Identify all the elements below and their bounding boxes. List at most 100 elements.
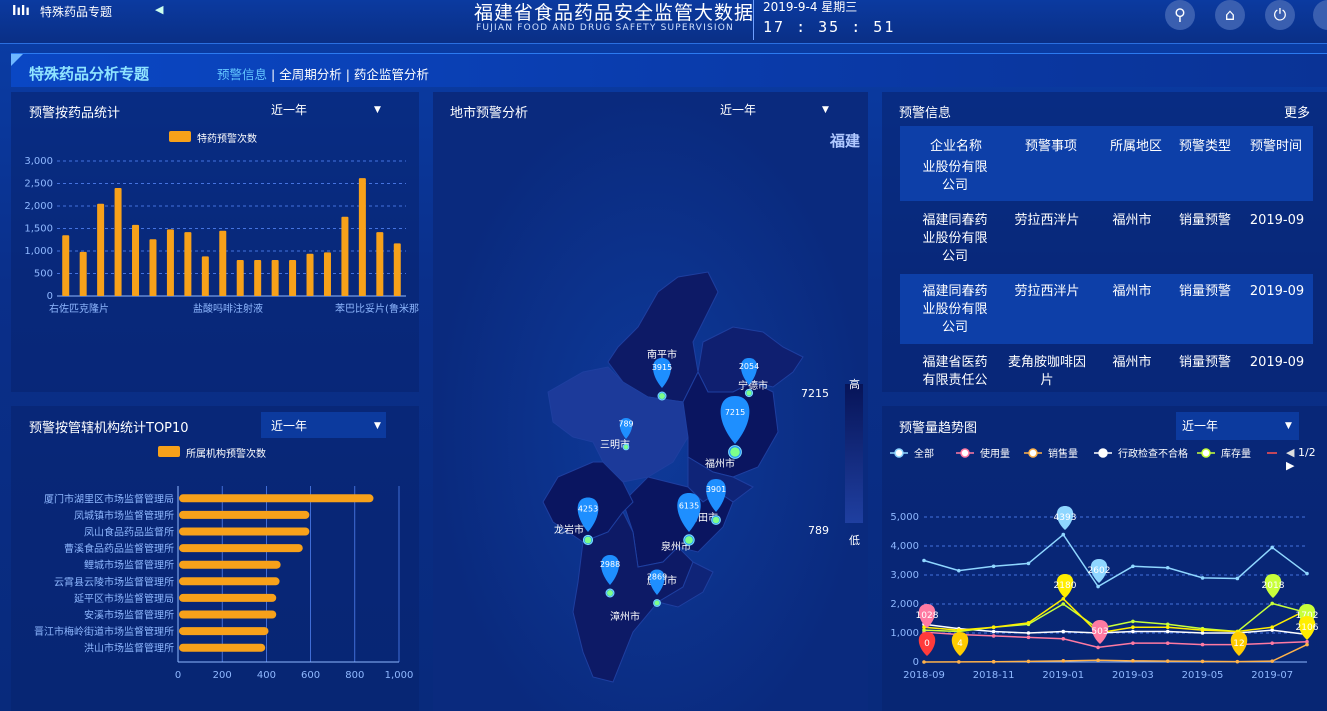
series-point — [922, 558, 926, 563]
city-dot-core — [607, 590, 613, 596]
user-icon[interactable] — [1313, 0, 1327, 30]
series-point — [1270, 659, 1274, 663]
table-cell: 销量预警 — [1178, 213, 1231, 228]
bar — [179, 627, 269, 636]
city-dot-core — [654, 600, 660, 606]
tab-lifecycle[interactable]: 全周期分析 — [279, 67, 342, 82]
drug-bar-chart: 0 500 1,000 1,500 2,000 2,500 3,000 右佐匹克隆片 盐酸吗啡注… — [24, 156, 419, 315]
y-tick-label: 凤山食品药品监督所 — [84, 526, 174, 539]
panel-title: 预警信息 — [899, 106, 952, 121]
bar — [236, 260, 244, 296]
y-tick-label: 5,000 — [890, 512, 919, 523]
table-cell[interactable]: 福建省医药有限责任公 — [920, 354, 990, 390]
series-point — [1026, 621, 1031, 625]
bar — [271, 260, 279, 296]
y-tick-label: 0 — [913, 657, 919, 668]
table-header: 所属地区 — [1110, 139, 1163, 154]
legend-label: 使用量 — [980, 447, 1010, 460]
series-point — [1200, 659, 1205, 664]
series-line — [923, 631, 1308, 649]
series-point — [1061, 659, 1066, 663]
y-tick-label: 洪山市场监督管理所 — [84, 642, 174, 655]
range-min-value: 789 — [808, 524, 829, 537]
drug-warning-panel: 预警按药品统计 近一年 ▼ 特药预警次数 0 500 1,000 1,500 2,000… — [11, 92, 419, 392]
corner-decoration — [11, 54, 23, 66]
series-line — [923, 643, 1308, 663]
y-tick-label: 鲤城市场监督管理所 — [84, 559, 174, 572]
agency-warning-panel: 预警按管辖机构统计TOP10 近一年 ▼ 所属机构预警次数 0 200 400 600… — [11, 406, 419, 711]
table-header: 预警时间 — [1250, 139, 1303, 154]
table-cell[interactable]: 福建同春药业股份有限公司 — [920, 212, 990, 266]
legend-marker — [960, 448, 970, 458]
series-point — [1270, 545, 1274, 550]
tab-separator: | — [345, 67, 350, 82]
series-point — [1165, 625, 1170, 629]
city-name: 福州市 — [705, 457, 735, 470]
y-tick-label: 晋江市梅岭街道市场监督管理所 — [34, 625, 174, 638]
tab-bar: 预警信息 | 全周期分析 | 药企监管分析 — [217, 64, 429, 83]
table-cell[interactable]: 福建同春药业股份有限公司 — [920, 283, 990, 337]
series-point — [1200, 642, 1205, 647]
data-label: 2018 — [1262, 581, 1285, 591]
bar — [358, 178, 366, 296]
city-name: 漳州市 — [610, 610, 640, 623]
bar — [393, 243, 401, 296]
tab-enterprise[interactable]: 药企监管分析 — [354, 67, 429, 82]
more-link[interactable]: 更多 — [1284, 102, 1310, 121]
y-tick-label: 曹溪食品药品监督管理所 — [64, 542, 174, 555]
city-dot-core — [712, 516, 720, 524]
topic-selector[interactable]: 特殊药品专题 — [40, 3, 112, 20]
series-point — [1305, 642, 1309, 647]
bar — [149, 239, 157, 296]
bar — [289, 260, 297, 296]
bar — [254, 260, 262, 296]
bar — [179, 593, 277, 602]
y-tick-label: 3,000 — [890, 570, 919, 581]
y-tick-label: 4,000 — [890, 541, 919, 552]
series-point — [1131, 629, 1135, 634]
series-point — [1096, 584, 1100, 589]
warning-info-panel: 预警信息 更多 企业名称 预警事项 所属地区 预警类型 预警时间 业股份有限公司… — [882, 92, 1327, 392]
data-label: 2106 — [1296, 623, 1319, 633]
city-dot-core — [685, 536, 693, 544]
home-icon[interactable]: ⌂ — [1215, 0, 1245, 30]
legend-label: 销售量 — [1048, 447, 1078, 460]
data-label: 1028 — [916, 611, 939, 621]
bar — [323, 252, 331, 296]
y-tick-label: 500 — [34, 269, 53, 280]
power-icon[interactable]: ⏻ — [1265, 0, 1295, 30]
chevron-left-icon[interactable]: ◀ — [155, 3, 163, 16]
series-point — [1061, 629, 1066, 634]
data-label: 2602 — [1088, 566, 1111, 576]
city-dot-core — [659, 393, 665, 399]
bar — [179, 527, 310, 536]
city-value: 2054 — [739, 362, 759, 371]
bar — [179, 643, 266, 652]
city-value: 3901 — [706, 485, 726, 494]
table-cell: 劳拉西泮片 — [1014, 284, 1080, 299]
range-max-value: 7215 — [801, 387, 829, 400]
city-value: 3915 — [652, 363, 672, 372]
y-tick-label: 凤城镇市场监督管理所 — [74, 509, 174, 522]
city-value: 2988 — [600, 560, 620, 569]
series-point — [1200, 576, 1205, 580]
table-cell: 销量预警 — [1178, 355, 1231, 370]
search-icon[interactable]: ⚲ — [1165, 0, 1195, 30]
x-tick-label: 800 — [345, 670, 364, 681]
bar — [97, 203, 105, 296]
data-label: 4393 — [1054, 513, 1077, 523]
city-dot-core — [730, 447, 740, 457]
tab-warning-info[interactable]: 预警信息 — [217, 67, 267, 82]
series-point — [1026, 635, 1031, 640]
table-cell[interactable]: 业股份有限公司 — [920, 159, 990, 195]
divider — [753, 0, 754, 40]
series-point — [1270, 625, 1274, 629]
bar — [179, 577, 280, 586]
y-tick-label: 2,000 — [890, 599, 919, 610]
series-point — [991, 629, 996, 634]
series-point — [991, 564, 996, 569]
city-value: 6135 — [679, 502, 699, 511]
bar — [132, 224, 140, 296]
series-point — [1131, 564, 1135, 569]
page-title: 福建省食品药品安全监管大数据 — [474, 2, 755, 24]
